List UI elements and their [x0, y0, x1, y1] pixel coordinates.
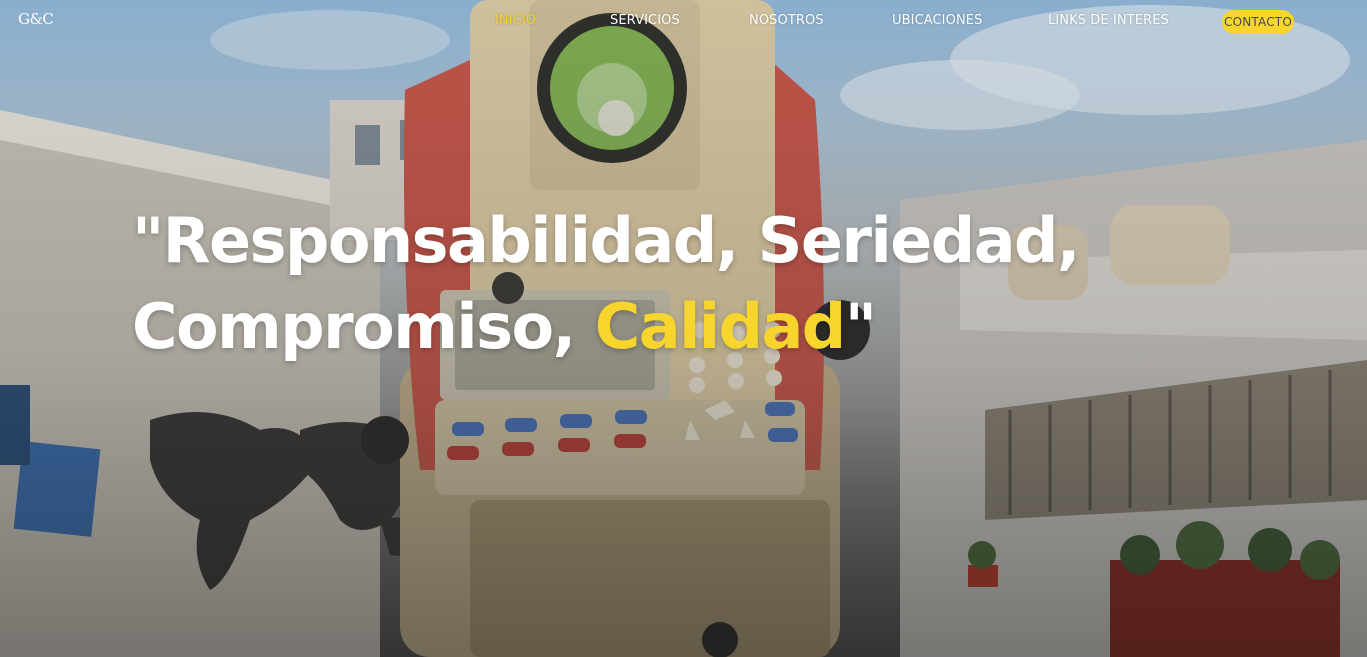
hero-headline-line-1: "Responsabilidad, Seriedad,: [132, 204, 1080, 277]
nav-link-ubicaciones[interactable]: UBICACIONES: [892, 13, 982, 28]
hero-headline-line-2-start: Compromiso,: [132, 290, 595, 363]
top-navbar: G&C INICIO SERVICIOS NOSOTROS UBICACIONE…: [0, 0, 1367, 44]
brand-logo[interactable]: G&C: [18, 10, 54, 28]
nav-link-servicios[interactable]: SERVICIOS: [610, 13, 680, 28]
hero-headline-accent: Calidad: [594, 290, 846, 363]
hero-headline: "Responsabilidad, Seriedad, Compromiso, …: [132, 198, 1080, 370]
nav-link-nosotros[interactable]: NOSOTROS: [749, 13, 824, 28]
brand-logo-text: G&C: [18, 10, 54, 28]
hero-headline-line-2: Compromiso, Calidad": [132, 284, 1079, 370]
nav-link-links-de-interes[interactable]: LINKS DE INTERES: [1048, 13, 1169, 28]
hero-headline-line-2-end: ": [844, 290, 877, 363]
contact-button[interactable]: CONTACTO: [1222, 10, 1294, 34]
nav-link-inicio[interactable]: INICIO: [495, 13, 536, 28]
